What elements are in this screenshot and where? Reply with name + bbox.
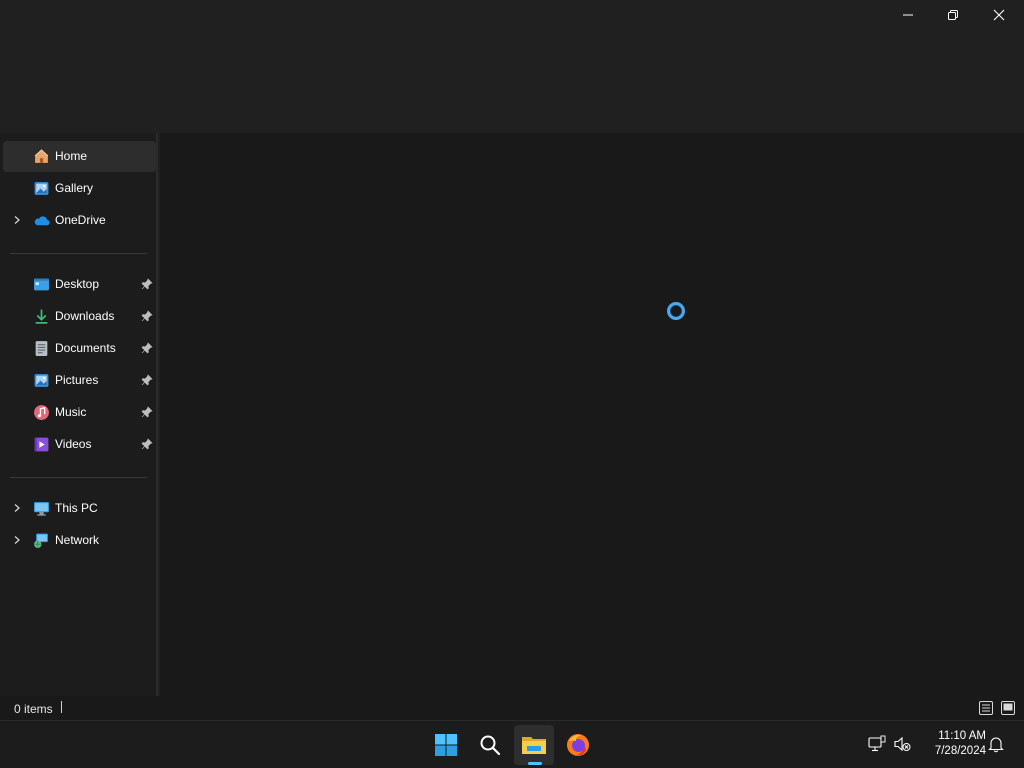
- chevron-right-icon[interactable]: [12, 215, 22, 225]
- home-icon: [34, 149, 49, 163]
- sidebar-item-label: Pictures: [55, 373, 99, 387]
- firefox-icon: [567, 734, 589, 756]
- sidebar-item-label: Network: [55, 533, 100, 547]
- network-icon: [34, 533, 48, 548]
- search-button[interactable]: [470, 725, 510, 765]
- status-bar: 0 items: [0, 696, 1024, 720]
- sidebar-divider: [10, 477, 147, 478]
- chevron-right-icon[interactable]: [12, 535, 22, 545]
- taskbar: 11:10 AM 7/28/2024: [0, 720, 1024, 768]
- file-list-area[interactable]: [160, 133, 1024, 696]
- search-icon: [480, 735, 501, 756]
- sidebar-item-label: OneDrive: [55, 213, 106, 227]
- sidebar-item-label: Desktop: [55, 277, 100, 291]
- navigation-pane[interactable]: Home Gallery OneDrive Desktop Downloads …: [0, 133, 158, 696]
- sidebar-item-videos[interactable]: Videos: [3, 429, 156, 460]
- large-icons-view-icon[interactable]: [1000, 700, 1016, 716]
- pin-icon: [141, 278, 153, 290]
- file-explorer-button[interactable]: [514, 725, 554, 765]
- active-app-indicator: [528, 762, 542, 765]
- sidebar-item-home[interactable]: Home: [3, 141, 156, 172]
- documents-icon: [35, 341, 48, 356]
- sidebar-item-label: Downloads: [55, 309, 115, 323]
- sidebar-item-label: Documents: [55, 341, 116, 355]
- desktop-icon: [34, 278, 49, 291]
- loading-spinner-icon: [667, 302, 685, 320]
- firefox-button[interactable]: [558, 725, 598, 765]
- sidebar-item-gallery[interactable]: Gallery: [3, 173, 156, 204]
- sidebar-item-this-pc[interactable]: This PC: [3, 493, 156, 524]
- downloads-icon: [35, 309, 48, 324]
- system-clock[interactable]: 11:10 AM 7/28/2024: [918, 729, 986, 759]
- notification-bell-icon[interactable]: [987, 735, 1005, 753]
- sidebar-item-label: This PC: [55, 501, 98, 515]
- clock-date: 7/28/2024: [934, 745, 986, 757]
- pictures-icon: [34, 374, 49, 387]
- gallery-icon: [34, 182, 49, 195]
- network-status-icon[interactable]: [868, 735, 886, 753]
- minimize-icon: [903, 14, 913, 16]
- pin-icon: [141, 342, 153, 354]
- pin-icon: [141, 374, 153, 386]
- sidebar-item-label: Home: [55, 149, 88, 163]
- sidebar-item-music[interactable]: Music: [3, 397, 156, 428]
- restore-icon: [948, 10, 958, 20]
- restore-button[interactable]: [930, 0, 976, 30]
- sidebar-item-network[interactable]: Network: [3, 525, 156, 556]
- title-bar: [0, 0, 1024, 133]
- close-button[interactable]: [976, 0, 1022, 30]
- pin-icon: [141, 438, 153, 450]
- pin-icon: [141, 310, 153, 322]
- sidebar-item-downloads[interactable]: Downloads: [3, 301, 156, 332]
- this-pc-icon: [34, 502, 49, 516]
- start-button[interactable]: [426, 725, 466, 765]
- sidebar-item-label: Music: [55, 405, 87, 419]
- start-icon: [435, 734, 457, 756]
- videos-icon: [34, 437, 49, 452]
- file-explorer-icon: [522, 737, 546, 754]
- sidebar-item-pictures[interactable]: Pictures: [3, 365, 156, 396]
- sidebar-item-onedrive[interactable]: OneDrive: [3, 205, 156, 236]
- sidebar-item-label: Videos: [55, 437, 92, 451]
- sidebar-item-desktop[interactable]: Desktop: [3, 269, 156, 300]
- minimize-button[interactable]: [885, 0, 931, 30]
- status-divider: [61, 701, 62, 713]
- item-count: 0 items: [14, 702, 53, 716]
- sidebar-item-label: Gallery: [55, 181, 94, 195]
- onedrive-icon: [34, 216, 50, 226]
- volume-muted-icon[interactable]: [893, 735, 911, 753]
- music-icon: [34, 405, 49, 420]
- details-view-icon[interactable]: [978, 700, 994, 716]
- clock-time: 11:10 AM: [938, 730, 986, 742]
- close-icon: [993, 9, 1005, 21]
- sidebar-item-documents[interactable]: Documents: [3, 333, 156, 364]
- sidebar-divider: [10, 253, 147, 254]
- chevron-right-icon[interactable]: [12, 503, 22, 513]
- pin-icon: [141, 406, 153, 418]
